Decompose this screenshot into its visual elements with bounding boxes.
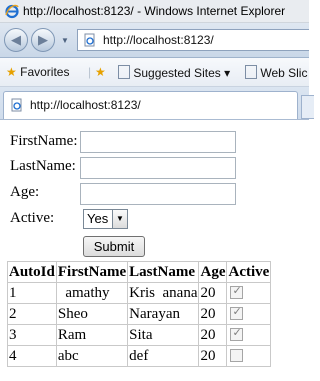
- cell-age: 20: [198, 345, 228, 367]
- cell-age: 20: [198, 303, 228, 325]
- address-url[interactable]: http://localhost:8123/: [103, 33, 214, 47]
- header-autoid: AutoId: [7, 261, 57, 283]
- cell-age: 20: [198, 324, 228, 346]
- cell-autoid: 2: [7, 303, 57, 325]
- active-label: Active:: [10, 210, 55, 226]
- submit-button[interactable]: Submit: [83, 236, 145, 257]
- favorites-star-icon: ★: [6, 65, 17, 79]
- favorites-label: Favorites: [20, 65, 70, 79]
- suggested-sites-label: Suggested Sites ▾: [133, 66, 231, 80]
- cell-lastname: Narayan: [127, 303, 200, 325]
- active-checkbox[interactable]: [230, 284, 244, 299]
- table-header-row: AutoId FirstName LastName Age Active: [7, 261, 272, 283]
- web-slice-label: Web Slic: [260, 66, 308, 80]
- cell-lastname: Sita: [127, 324, 200, 346]
- cell-lastname: Kris anana: [127, 282, 200, 304]
- suggested-sites-link[interactable]: Suggested Sites ▾: [118, 65, 230, 80]
- cell-age: 20: [198, 282, 228, 304]
- cell-active: [226, 282, 272, 304]
- active-checkbox[interactable]: [230, 349, 244, 362]
- cell-firstname: Ram: [55, 324, 129, 346]
- back-icon[interactable]: ◀: [4, 28, 28, 52]
- favbar-separator: |: [88, 65, 92, 79]
- cell-lastname: def: [127, 345, 200, 367]
- lastname-input[interactable]: [80, 157, 236, 179]
- page-icon: [245, 65, 257, 79]
- table-row: 1 amathy Kris anana 20: [7, 282, 272, 304]
- firstname-label: FirstName:: [10, 133, 78, 149]
- add-favorite-icon[interactable]: ★: [95, 65, 106, 79]
- dropdown-arrow-icon[interactable]: ▼: [112, 210, 127, 228]
- active-select[interactable]: Yes ▼: [83, 209, 128, 229]
- age-input[interactable]: [80, 183, 236, 205]
- cell-active: [226, 324, 272, 346]
- cell-autoid: 4: [7, 345, 57, 367]
- header-active: Active: [226, 261, 272, 283]
- forward-icon[interactable]: ▶: [31, 28, 55, 52]
- page-icon: [118, 65, 130, 79]
- records-table: AutoId FirstName LastName Age Active 1 a…: [7, 261, 272, 367]
- title-bar: http://localhost:8123/ - Windows Interne…: [0, 0, 309, 23]
- navigation-bar: ◀ ▶ ▼ http://localhost:8123/: [0, 23, 309, 58]
- header-lastname: LastName: [127, 261, 200, 283]
- tab-localhost[interactable]: http://localhost:8123/: [3, 91, 298, 119]
- lastname-label: LastName:: [10, 158, 76, 174]
- header-age: Age: [198, 261, 228, 283]
- table-row: 3 Ram Sita 20: [7, 324, 272, 346]
- new-tab-button[interactable]: [301, 95, 314, 119]
- ie-icon: [5, 4, 19, 19]
- window-title: http://localhost:8123/ - Windows Interne…: [23, 4, 286, 18]
- age-label: Age:: [10, 184, 40, 200]
- recent-pages-dropdown-icon[interactable]: ▼: [61, 36, 69, 45]
- web-slice-link[interactable]: Web Slic: [245, 65, 307, 80]
- tab-label: http://localhost:8123/: [30, 98, 141, 112]
- cell-firstname: abc: [55, 345, 129, 367]
- tab-bar: http://localhost:8123/: [0, 87, 314, 120]
- address-bar[interactable]: http://localhost:8123/: [77, 29, 309, 51]
- cell-autoid: 1: [7, 282, 57, 304]
- favorites-button[interactable]: ★ Favorites: [6, 65, 69, 79]
- favorites-bar: ★ Favorites | ★ Suggested Sites ▾ Web Sl…: [0, 58, 309, 87]
- page-icon: [84, 33, 95, 47]
- header-firstname: FirstName: [55, 261, 129, 283]
- active-checkbox[interactable]: [230, 326, 244, 341]
- active-select-value: Yes: [87, 211, 109, 226]
- table-row: 4 abc def 20: [7, 345, 272, 367]
- cell-active: [226, 303, 272, 325]
- page-content: FirstName: LastName: Age: Active: Yes ▼ …: [0, 120, 309, 381]
- cell-active: [226, 345, 272, 367]
- table-row: 2 Sheo Narayan 20: [7, 303, 272, 325]
- cell-autoid: 3: [7, 324, 57, 346]
- cell-firstname: amathy: [55, 282, 129, 304]
- page-icon: [11, 98, 22, 112]
- cell-firstname: Sheo: [55, 303, 129, 325]
- active-checkbox[interactable]: [230, 305, 244, 320]
- firstname-input[interactable]: [80, 131, 236, 153]
